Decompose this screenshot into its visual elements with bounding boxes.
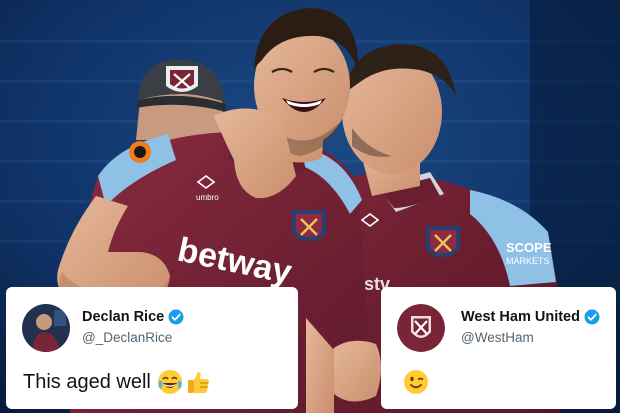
svg-text:MARKETS: MARKETS: [506, 256, 550, 266]
avatar[interactable]: [397, 304, 445, 352]
display-name[interactable]: West Ham United: [461, 309, 580, 325]
cap-crest-icon: [166, 66, 198, 92]
europa-badge: [129, 141, 151, 163]
face-with-tears-of-joy-emoji: [157, 370, 182, 394]
tweet-text: This aged well: [23, 370, 151, 393]
verified-badge-icon: [168, 309, 184, 325]
thumbs-up-emoji: [187, 372, 209, 393]
display-name[interactable]: Declan Rice: [82, 309, 164, 325]
handle[interactable]: @_DeclanRice: [82, 330, 172, 345]
verified-badge-icon: [584, 309, 600, 325]
winking-face-emoji: [404, 370, 428, 394]
handle[interactable]: @WestHam: [461, 330, 534, 345]
club-crest-icon: [426, 226, 460, 257]
player-right-fist: [329, 340, 381, 402]
avatar[interactable]: [22, 304, 70, 352]
staff-member: [136, 59, 226, 140]
tweet-card-west-ham-united: West Ham United @WestHam: [381, 287, 616, 409]
club-crest-icon: [292, 210, 326, 241]
sponsor-text-right: SCOPE: [506, 240, 552, 255]
svg-text:umbro: umbro: [196, 193, 219, 202]
tweet-card-declan-rice: Declan Rice @_DeclanRice This aged well: [6, 287, 298, 409]
